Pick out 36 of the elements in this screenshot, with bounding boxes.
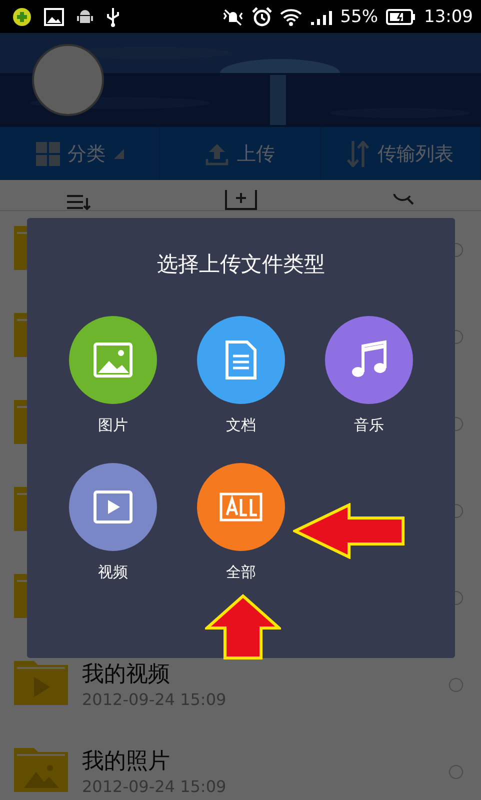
sort-arrows-icon <box>347 140 370 166</box>
clock-time: 13:09 <box>424 6 473 26</box>
alarm-icon <box>252 6 272 26</box>
video-icon <box>93 490 133 524</box>
file-type-label: 图片 <box>98 416 128 435</box>
grid-icon <box>36 142 60 166</box>
document-icon <box>225 340 257 380</box>
usb-icon <box>106 6 120 26</box>
music-note-icon <box>351 340 387 380</box>
file-type-label: 视频 <box>98 563 128 582</box>
add-icon[interactable] <box>225 190 258 210</box>
image-icon <box>93 342 133 378</box>
image-icon <box>44 8 64 26</box>
tab[interactable]: 传输列表 <box>320 127 481 180</box>
battery-icon <box>386 8 416 26</box>
file-type-label: 全部 <box>226 563 256 582</box>
dialog-title: 选择上传文件类型 <box>157 251 325 278</box>
all-files-icon <box>219 492 263 522</box>
radio-button[interactable] <box>449 765 463 779</box>
sort-icon[interactable] <box>67 194 92 210</box>
vibrate-icon <box>222 6 244 26</box>
folder-icon <box>14 659 68 705</box>
folder-name: 我的视频 <box>82 662 171 688</box>
file-type-label: 文档 <box>226 416 256 435</box>
tab[interactable]: 上传 <box>160 127 321 180</box>
folder-name: 我的照片 <box>82 749 171 776</box>
tab[interactable]: 分类 <box>0 127 160 180</box>
radio-button[interactable] <box>449 678 463 692</box>
battery-percent: 55% <box>340 6 378 26</box>
caret-icon <box>114 148 124 158</box>
folder-icon <box>14 746 68 792</box>
app-icon <box>12 6 32 26</box>
file-type-label: 音乐 <box>354 416 384 435</box>
android-icon <box>76 8 94 26</box>
upload-icon <box>204 142 229 166</box>
wifi-icon <box>280 8 302 26</box>
